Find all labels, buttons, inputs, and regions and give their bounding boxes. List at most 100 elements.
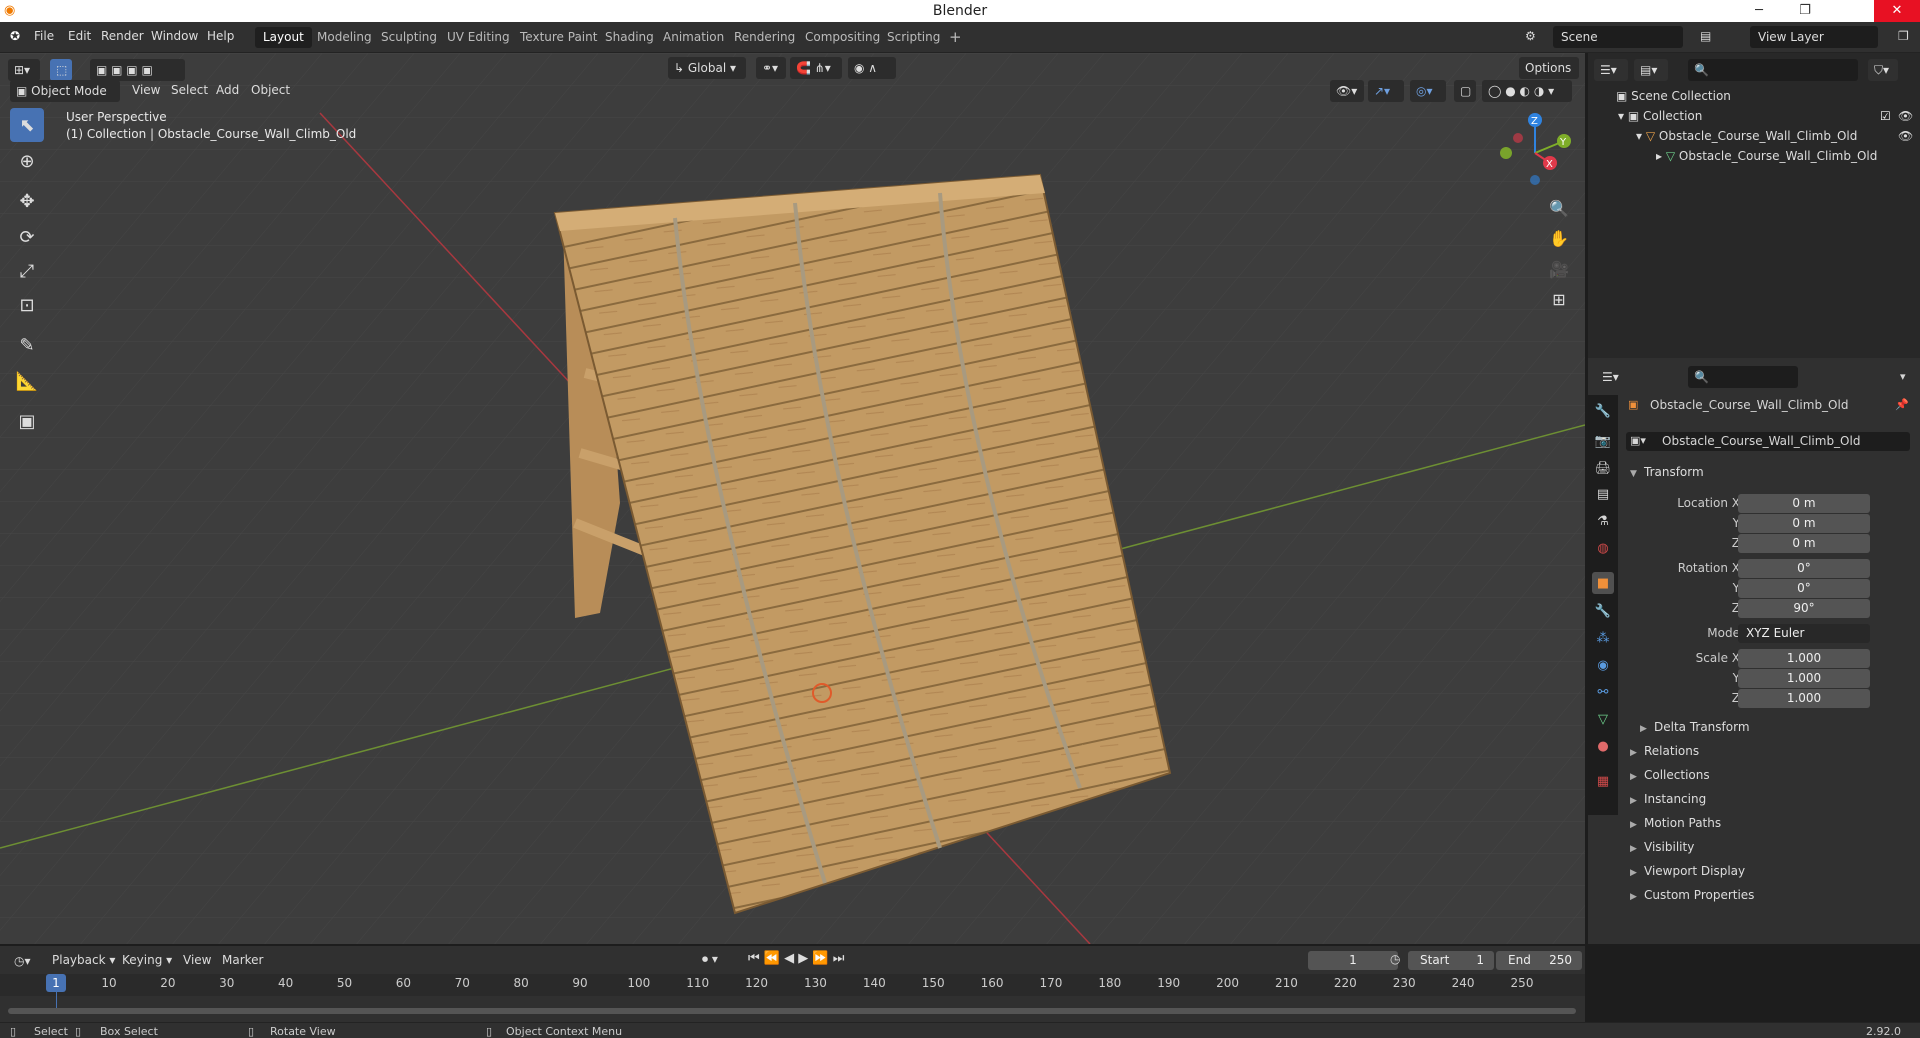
tab-shading[interactable]: Shading [597, 27, 662, 48]
add-menu[interactable]: Add [216, 83, 239, 97]
view-menu[interactable]: View [132, 83, 160, 97]
checkbox-icon[interactable]: ☑ [1880, 106, 1891, 126]
menu-edit[interactable]: Edit [68, 29, 91, 43]
record-icon[interactable]: ⏺ ▾ [702, 952, 718, 967]
properties-search-input[interactable]: 🔍 [1688, 366, 1798, 388]
custom-properties-panel-header[interactable]: ▶ Custom Properties [1630, 888, 1754, 902]
end-frame-field[interactable]: End 250 [1496, 951, 1582, 970]
physics-tab-icon[interactable]: ◉ [1592, 654, 1614, 676]
select-tool-icon[interactable]: ⬉ [10, 108, 44, 142]
view-layer-tab-icon[interactable]: ▤ [1592, 483, 1614, 505]
shading-mode-icons[interactable]: ◯ ● ◐ ◑ ▾ [1482, 80, 1572, 102]
viewport-display-panel-header[interactable]: ▶ Viewport Display [1630, 864, 1745, 878]
output-tab-icon[interactable]: 🖨 [1592, 457, 1614, 479]
viewport-3d[interactable]: ⊞▾ ⬚ ▣ ▣ ▣ ▣ ↳ Global ▾ ⚭▾ 🧲 ⋔▾ ◉ ∧ Opti… [0, 53, 1585, 944]
eye-icon[interactable]: 👁 [1898, 126, 1913, 146]
gizmo-toggle-icon[interactable]: ↗▾ [1368, 80, 1404, 102]
outliner-mesh[interactable]: ▸ ▽ Obstacle_Course_Wall_Climb_Old [1588, 146, 1920, 166]
object-tab-icon[interactable]: ■ [1592, 572, 1614, 594]
start-frame-field[interactable]: Start 1 [1408, 951, 1494, 970]
delta-transform-header[interactable]: ▶ Delta Transform [1640, 720, 1750, 734]
outliner-collection[interactable]: ▾ ▣ Collection ☑ 👁 [1588, 106, 1920, 126]
tab-uv-editing[interactable]: UV Editing [439, 27, 518, 48]
collections-panel-header[interactable]: ▶ Collections [1630, 768, 1710, 782]
cursor-tool-icon[interactable]: ⊕ [10, 144, 44, 178]
outliner-editor-icon[interactable]: ☰▾ [1594, 59, 1628, 81]
zoom-icon[interactable]: 🔍 [1546, 195, 1572, 221]
menu-window[interactable]: Window [151, 29, 198, 43]
chevron-down-icon[interactable]: ▾ [1900, 370, 1906, 383]
texture-tab-icon[interactable]: ▦ [1592, 770, 1614, 792]
transform-panel-header[interactable]: ▼ Transform [1630, 465, 1704, 479]
scale-y-field[interactable]: 1.000 [1738, 669, 1870, 688]
tab-compositing[interactable]: Compositing [797, 27, 888, 48]
scene-tab-icon[interactable]: ⚗ [1592, 510, 1614, 532]
add-cube-tool-icon[interactable]: ▣ [10, 404, 44, 438]
scene-field[interactable]: Scene [1553, 26, 1683, 48]
navigation-gizmo[interactable]: Z Y X [1490, 108, 1580, 198]
tool-tab-icon[interactable]: 🔧 [1592, 400, 1614, 422]
outliner-scene-collection[interactable]: ▣ Scene Collection [1588, 86, 1920, 106]
display-mode-icon[interactable]: ▤▾ [1634, 59, 1668, 81]
visibility-icon[interactable]: 👁▾ [1330, 80, 1364, 102]
clock-icon[interactable]: ◷ [1390, 952, 1400, 966]
menu-render[interactable]: Render [101, 29, 144, 43]
restore-icon[interactable]: ❐ [1782, 0, 1828, 22]
scale-x-field[interactable]: 1.000 [1738, 649, 1870, 668]
current-frame-field[interactable]: 1 [1308, 951, 1398, 970]
instancing-panel-header[interactable]: ▶ Instancing [1630, 792, 1706, 806]
selection-mode-buttons[interactable]: ▣ ▣ ▣ ▣ [90, 59, 185, 81]
location-x-field[interactable]: 0 m [1738, 494, 1870, 513]
tab-texture-paint[interactable]: Texture Paint [512, 27, 605, 48]
keying-menu[interactable]: Keying ▾ [122, 953, 172, 967]
marker-menu[interactable]: Marker [222, 953, 263, 967]
properties-editor-icon[interactable]: ☰▾ [1596, 366, 1630, 388]
camera-view-icon[interactable]: 🎥 [1546, 256, 1572, 282]
visibility-panel-header[interactable]: ▶ Visibility [1630, 840, 1694, 854]
location-y-field[interactable]: 0 m [1738, 514, 1870, 533]
annotate-tool-icon[interactable]: ✎ [10, 328, 44, 362]
tab-layout[interactable]: Layout [255, 27, 312, 48]
view-layer-field[interactable]: View Layer [1750, 26, 1878, 48]
orientation-dropdown[interactable]: ↳ Global ▾ [668, 57, 746, 79]
select-mode-icon[interactable]: ⬚ [50, 59, 72, 81]
new-view-layer-icon[interactable]: ❐ [1898, 29, 1909, 43]
tab-rendering[interactable]: Rendering [726, 27, 803, 48]
ortho-grid-icon[interactable]: ⊞ [1546, 286, 1572, 312]
options-button[interactable]: Options [1519, 57, 1579, 79]
outliner-search-input[interactable]: 🔍 [1688, 59, 1858, 81]
rotation-y-field[interactable]: 0° [1738, 579, 1870, 598]
playback-menu[interactable]: Playback ▾ [52, 953, 115, 967]
timeline-scrollbar[interactable] [8, 1008, 1576, 1014]
add-workspace-button[interactable]: + [941, 27, 970, 48]
scale-z-field[interactable]: 1.000 [1738, 689, 1870, 708]
xray-icon[interactable]: ▢ [1454, 80, 1476, 102]
tab-animation[interactable]: Animation [655, 27, 732, 48]
relations-panel-header[interactable]: ▶ Relations [1630, 744, 1699, 758]
rotation-x-field[interactable]: 0° [1738, 559, 1870, 578]
select-menu[interactable]: Select [171, 83, 208, 97]
measure-tool-icon[interactable]: 📐 [10, 364, 44, 398]
scale-tool-icon[interactable]: ⤢ [10, 254, 44, 288]
tab-sculpting[interactable]: Sculpting [373, 27, 445, 48]
object-data-icon[interactable]: ▣▾ [1630, 434, 1646, 447]
playback-controls-icons[interactable]: ⏮ ⏪ ◀ ▶ ⏩ ⏭ [748, 951, 844, 966]
proportional-edit-icon[interactable]: ◉ ∧ [848, 57, 896, 79]
rotate-tool-icon[interactable]: ⟳ [10, 220, 44, 254]
motion-paths-panel-header[interactable]: ▶ Motion Paths [1630, 816, 1721, 830]
object-menu[interactable]: Object [251, 83, 290, 97]
menu-help[interactable]: Help [207, 29, 234, 43]
blender-menu-icon[interactable]: ✪ [10, 29, 20, 43]
menu-file[interactable]: File [34, 29, 54, 43]
location-z-field[interactable]: 0 m [1738, 534, 1870, 553]
outliner-object[interactable]: ▾ ▽ Obstacle_Course_Wall_Climb_Old 👁 [1588, 126, 1920, 146]
particles-tab-icon[interactable]: ⁂ [1592, 627, 1614, 649]
minimize-icon[interactable]: ─ [1736, 0, 1782, 22]
filter-icon[interactable]: ⛉▾ [1868, 59, 1898, 81]
move-tool-icon[interactable]: ✥ [10, 184, 44, 218]
modifier-tab-icon[interactable]: 🔧 [1592, 600, 1614, 622]
material-tab-icon[interactable]: ● [1592, 735, 1614, 757]
timeline-view-menu[interactable]: View [183, 953, 211, 967]
object-mode-dropdown[interactable]: ▣ Object Mode ▾ [10, 80, 120, 120]
editor-type-icon[interactable]: ⊞▾ [8, 59, 40, 81]
